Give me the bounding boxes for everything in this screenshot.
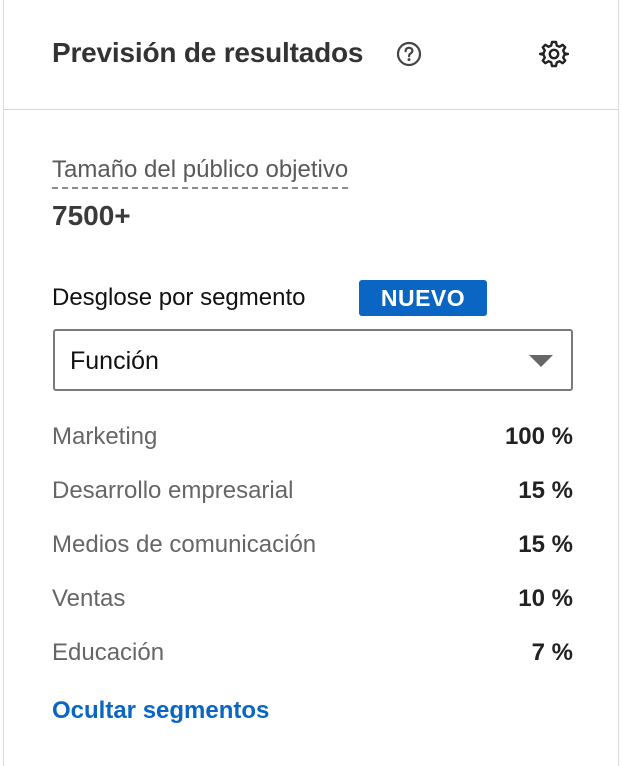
chevron-down-icon [529,355,553,367]
select-value: Función [70,347,159,375]
segment-row: Medios de comunicación 15 % [52,531,573,565]
segment-row: Desarrollo empresarial 15 % [52,477,573,511]
results-forecast-panel: Previsión de resultados Tamaño del públi… [3,0,619,766]
panel-title: Previsión de resultados [52,37,364,68]
new-badge: NUEVO [359,280,487,316]
audience-size-value: 7500+ [52,200,131,231]
segment-percent: 10 % [518,585,573,612]
audience-size-label[interactable]: Tamaño del público objetivo [52,155,349,189]
segment-percent: 7 % [531,639,573,666]
segment-name: Marketing [52,423,158,450]
gear-icon[interactable] [539,39,569,69]
segment-name: Desarrollo empresarial [52,477,294,504]
segment-breakdown-heading: Desglose por segmento [52,284,306,311]
segment-dimension-select[interactable]: Función [53,329,573,391]
segment-percent: 15 % [518,477,573,504]
segment-name: Ventas [52,585,126,612]
segment-name: Medios de comunicación [52,531,317,558]
segment-row: Marketing 100 % [52,423,573,457]
segment-row: Educación 7 % [52,639,573,673]
panel-header: Previsión de resultados [4,0,618,110]
segment-row: Ventas 10 % [52,585,573,619]
segment-percent: 100 % [504,423,573,450]
segment-percent: 15 % [518,531,573,558]
question-circle-icon[interactable] [396,41,422,67]
segment-name: Educación [52,639,165,666]
hide-segments-link[interactable]: Ocultar segmentos [52,697,269,725]
